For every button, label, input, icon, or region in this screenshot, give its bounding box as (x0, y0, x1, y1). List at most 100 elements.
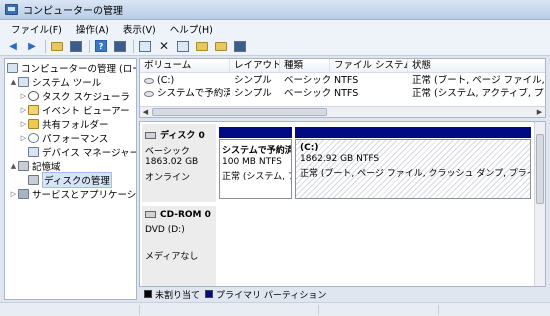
legend-primary: プライマリ パーティション (216, 290, 327, 301)
volume-icon (144, 77, 154, 84)
tree-item-shared-folders[interactable]: ▷ 共有フォルダー (19, 117, 109, 131)
wizard-icon[interactable] (233, 39, 247, 53)
volume-status: 正常 (システム, アクティブ, プライマ (412, 88, 545, 99)
delete-icon[interactable]: ✕ (157, 39, 171, 53)
cdrom-0-name: CD-ROM 0 (160, 210, 211, 220)
status-divider (438, 305, 439, 315)
partition-system-reserved[interactable]: システムで予約済 100 MB NTFS 正常 (システム, フ (219, 139, 292, 199)
tree-item-event-viewer[interactable]: ▷ イベント ビューアー (19, 103, 130, 117)
tree-item-storage[interactable]: ▲ 記憶域 (9, 159, 61, 173)
menu-file[interactable]: ファイル(F) (4, 22, 69, 36)
disk-0-header[interactable]: ディスク 0 ベーシック 1863.02 GB オンライン (142, 124, 216, 202)
tree-item-device-manager[interactable]: デバイス マネージャー (19, 145, 136, 159)
cdrom-0-header[interactable]: CD-ROM 0 DVD (D:) メディアなし (142, 206, 216, 286)
disk-icon (28, 174, 39, 185)
disk-0-status: オンライン (145, 173, 191, 183)
expand-icon[interactable]: ▷ (19, 92, 28, 100)
explore-icon[interactable] (214, 39, 228, 53)
partition-bar (295, 127, 531, 138)
volume-status: 正常 (ブート, ページ ファイル, クラ (412, 75, 545, 86)
column-header-layout[interactable]: レイアウト (230, 59, 280, 73)
window-title: コンピューターの管理 (23, 6, 123, 17)
services-icon (18, 188, 29, 199)
scroll-left-icon[interactable]: ◀ (140, 107, 151, 117)
forward-arrow-icon[interactable]: ▶ (25, 39, 39, 53)
horizontal-scrollbar[interactable]: ◀ ▶ (140, 106, 545, 117)
tree-item-disk-management[interactable]: ディスクの管理 (19, 171, 112, 188)
status-divider (318, 305, 319, 315)
expand-icon[interactable]: ▷ (19, 134, 28, 142)
menu-action[interactable]: 操作(A) (69, 22, 116, 36)
console-tree-icon[interactable] (69, 39, 83, 53)
refresh-icon[interactable] (138, 39, 152, 53)
disk-graphical-view: ディスク 0 ベーシック 1863.02 GB オンライン システムで予約済 1… (139, 121, 546, 287)
table-row[interactable]: システムで予約済み シンプル ベーシック NTFS 正常 (システム, アクティ… (140, 88, 545, 100)
back-arrow-icon[interactable]: ◀ (6, 39, 20, 53)
toolbar-separator (45, 39, 46, 53)
open-folder-icon[interactable] (195, 39, 209, 53)
cdrom-0-media: メディアなし (145, 252, 199, 262)
title-bar: コンピューターの管理 (0, 0, 550, 20)
folder-icon (28, 118, 39, 129)
tree-item-services-applications[interactable]: ▷ サービスとアプリケーショ (9, 187, 136, 201)
toolbar-separator (89, 39, 90, 53)
menu-view[interactable]: 表示(V) (116, 22, 163, 36)
expand-icon[interactable]: ▷ (19, 120, 28, 128)
cdrom-0-drive: DVD (D:) (145, 225, 185, 235)
scroll-right-icon[interactable]: ▶ (534, 107, 545, 117)
volume-filesystem: NTFS (334, 75, 359, 86)
status-divider (139, 305, 140, 315)
volume-list: ボリューム レイアウト 種類 ファイル システム 状態 (C:) シンプル ベー… (139, 58, 546, 118)
tree-item-system-tools[interactable]: ▲ システム ツール (9, 75, 101, 89)
disk-0-name: ディスク 0 (160, 131, 205, 141)
legend: 未割り当て プライマリ パーティション (139, 288, 546, 301)
volume-type: ベーシック (284, 75, 330, 86)
volume-list-header: ボリューム レイアウト 種類 ファイル システム 状態 (140, 59, 545, 73)
expand-icon[interactable]: ▷ (19, 106, 28, 114)
tree-item-computer-management[interactable]: コンピューターの管理 (ローカ (7, 61, 136, 75)
volume-name: (C:) (157, 75, 175, 86)
disk-0-type: ベーシック (145, 147, 190, 157)
menu-bar: ファイル(F) 操作(A) 表示(V) ヘルプ(H) (0, 20, 550, 37)
primary-swatch (205, 290, 214, 298)
cdrom-icon (145, 211, 156, 218)
computer-management-icon (5, 4, 18, 15)
scroll-thumb[interactable] (536, 134, 544, 204)
up-folder-icon[interactable] (50, 39, 64, 53)
volume-layout: シンプル (234, 88, 272, 99)
tools-icon (18, 76, 29, 87)
menu-help[interactable]: ヘルプ(H) (163, 22, 220, 36)
partition-c-drive[interactable]: (C:) 1862.92 GB NTFS 正常 (ブート, ページ ファイル, … (295, 139, 531, 199)
column-header-volume[interactable]: ボリューム (140, 59, 230, 73)
tree-item-performance[interactable]: ▷ パフォーマンス (19, 131, 108, 145)
storage-icon (18, 160, 29, 171)
column-header-filesystem[interactable]: ファイル システム (330, 59, 408, 73)
collapse-icon[interactable]: ▲ (9, 78, 18, 86)
scroll-thumb[interactable] (152, 108, 327, 116)
tree-item-task-scheduler[interactable]: ▷ タスク スケジューラ (19, 89, 130, 103)
column-header-type[interactable]: 種類 (280, 59, 330, 73)
volume-icon (144, 90, 154, 97)
show-hide-icon[interactable] (113, 39, 127, 53)
properties-icon[interactable] (176, 39, 190, 53)
disk-icon (145, 132, 156, 139)
toolbar: ◀ ▶ ? ✕ (0, 37, 550, 56)
clock-icon (28, 90, 39, 101)
expand-icon[interactable]: ▷ (9, 190, 18, 198)
volume-layout: シンプル (234, 75, 272, 86)
partition-bar (219, 127, 292, 138)
table-row[interactable]: (C:) シンプル ベーシック NTFS 正常 (ブート, ページ ファイル, … (140, 75, 545, 87)
status-bar (0, 302, 550, 316)
help-icon[interactable]: ? (94, 39, 108, 53)
collapse-icon[interactable]: ▲ (9, 162, 18, 170)
legend-unallocated: 未割り当て (155, 290, 201, 301)
event-icon (28, 104, 39, 115)
vertical-scrollbar[interactable] (534, 122, 545, 286)
toolbar-separator (133, 39, 134, 53)
volume-filesystem: NTFS (334, 88, 359, 99)
disk-0-size: 1863.02 GB (145, 157, 199, 167)
unallocated-swatch (144, 290, 152, 298)
computer-icon (7, 62, 18, 73)
column-header-status[interactable]: 状態 (408, 59, 545, 73)
volume-type: ベーシック (284, 88, 330, 99)
